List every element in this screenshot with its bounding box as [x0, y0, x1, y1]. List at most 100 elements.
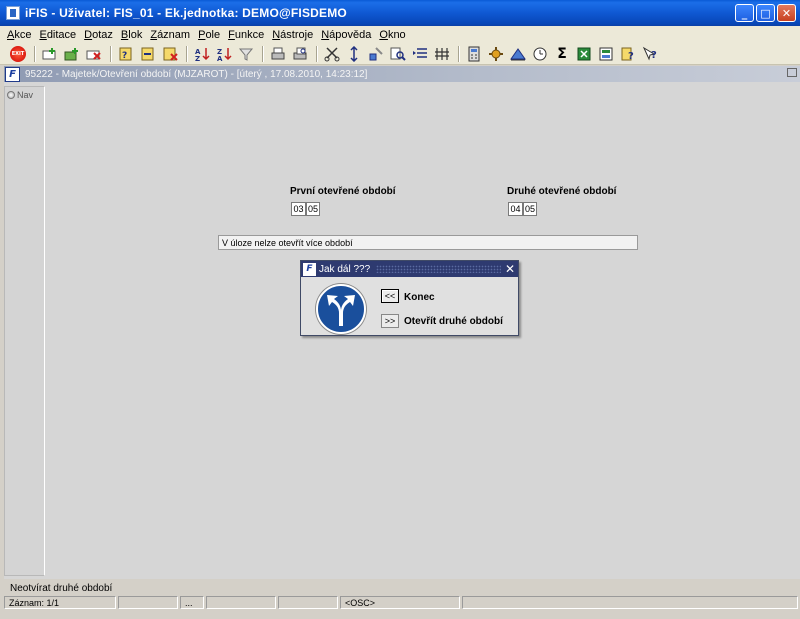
sort-ascending-button[interactable]: AZ	[192, 45, 212, 63]
menu-funkce[interactable]: Funkce	[224, 29, 268, 41]
dialog-title: Jak dál ???	[319, 263, 371, 275]
window-bottom-frame	[0, 610, 800, 619]
first-period-label: První otevřené období	[290, 186, 396, 197]
restore-icon[interactable]	[787, 68, 797, 77]
minimize-button[interactable]: _	[735, 4, 754, 22]
duplicate-record-button[interactable]	[62, 45, 82, 63]
status-cell	[278, 596, 338, 609]
exit-button[interactable]: EXIT	[8, 45, 28, 63]
export-excel-button[interactable]	[574, 45, 594, 63]
svg-text:?: ?	[628, 51, 634, 62]
move-icon	[350, 45, 358, 62]
print-button[interactable]	[268, 45, 288, 63]
second-period-field-b[interactable]: 05	[523, 202, 537, 216]
gear-icon	[489, 46, 503, 61]
nav-button[interactable]: Nav	[5, 87, 44, 103]
nav-panel: Nav	[4, 86, 45, 576]
menu-zaznam[interactable]: Záznam	[146, 29, 194, 41]
status-message: Neotvírat druhé období	[4, 580, 800, 596]
context-help-button[interactable]: ?	[618, 45, 638, 63]
second-period-field-a[interactable]: 04	[508, 202, 523, 216]
toolbar: EXIT ? AZ ZA Σ ? ?	[0, 43, 800, 65]
calculator-button[interactable]	[464, 45, 484, 63]
record-counter: Záznam: 1/1	[4, 596, 116, 609]
inner-window-title-bar: F 95222 - Majetek/Otevření období (MJZAR…	[4, 66, 800, 82]
clock-button[interactable]	[530, 45, 550, 63]
toolbar-separator	[186, 45, 188, 62]
svg-text:?: ?	[122, 51, 127, 61]
query-execute-button[interactable]	[138, 45, 158, 63]
menu-akce[interactable]: Akce	[3, 29, 35, 41]
menu-editace[interactable]: Editace	[35, 29, 80, 41]
status-cell	[462, 596, 798, 609]
title-grip	[376, 265, 501, 273]
columns-button[interactable]	[432, 45, 452, 63]
choice-dialog: F Jak dál ??? ✕ << Konec >> Otevřít druh…	[300, 260, 519, 336]
toolbar-separator	[316, 45, 318, 62]
help-button[interactable]: ?	[640, 45, 660, 63]
close-button[interactable]: ✕	[777, 4, 796, 22]
chart-button[interactable]	[508, 45, 528, 63]
settings-button[interactable]	[486, 45, 506, 63]
open-second-period-button[interactable]: >>	[381, 314, 399, 328]
menu-dotaz[interactable]: Dotaz	[80, 29, 117, 41]
insert-record-button[interactable]	[40, 45, 60, 63]
help-icon: ?	[642, 46, 657, 61]
print-preview-button[interactable]	[290, 45, 310, 63]
printer-icon	[271, 47, 285, 59]
list-button[interactable]	[410, 45, 430, 63]
search-icon	[390, 47, 406, 61]
toolbar-separator	[34, 45, 36, 62]
menu-pole[interactable]: Pole	[194, 29, 224, 41]
toolbar-separator	[262, 45, 264, 62]
search-button[interactable]	[388, 45, 408, 63]
first-period-field-a[interactable]: 03	[291, 202, 306, 216]
excel-icon	[577, 47, 591, 60]
menu-bar: Akce Editace Dotaz Blok Záznam Pole Funk…	[0, 26, 800, 43]
menu-okno[interactable]: Okno	[375, 29, 409, 41]
exit-icon: EXIT	[10, 45, 26, 62]
insert-record-icon	[42, 47, 56, 59]
cut-button[interactable]	[322, 45, 342, 63]
maximize-button[interactable]: □	[756, 4, 775, 22]
delete-record-icon	[86, 50, 101, 60]
query-enter-button[interactable]: ?	[116, 45, 136, 63]
open-second-period-label[interactable]: Otevřít druhé období	[404, 316, 503, 327]
sort-ascending-icon: AZ	[195, 47, 210, 62]
export-button[interactable]	[596, 45, 616, 63]
first-period-field-b[interactable]: 05	[306, 202, 320, 216]
window-title-bar: iFIS - Uživatel: FIS_01 - Ek.jednotka: D…	[0, 0, 800, 26]
query-enter-icon: ?	[119, 47, 132, 61]
info-message-field: V úloze nelze otevřít více období	[218, 235, 638, 250]
status-bar: Záznam: 1/1 ... <OSC>	[4, 596, 800, 610]
svg-text:A: A	[217, 55, 223, 62]
menu-nastroje[interactable]: Nástroje	[268, 29, 317, 41]
delete-record-button[interactable]	[84, 45, 104, 63]
inner-window-title: 95222 - Majetek/Otevření období (MJZAROT…	[25, 68, 368, 80]
toolbar-separator	[110, 45, 112, 62]
chart-icon	[510, 47, 526, 60]
sum-button[interactable]: Σ	[552, 45, 572, 63]
fis-logo-icon: F	[5, 66, 20, 82]
nav-radio-icon	[7, 91, 15, 99]
window-title: iFIS - Uživatel: FIS_01 - Ek.jednotka: D…	[25, 6, 347, 20]
query-cancel-button[interactable]	[160, 45, 180, 63]
end-label[interactable]: Konec	[404, 292, 435, 303]
end-button[interactable]: <<	[381, 289, 399, 303]
menu-blok[interactable]: Blok	[117, 29, 146, 41]
fis-logo-icon: F	[303, 262, 316, 276]
menu-napoveda[interactable]: Nápověda	[317, 29, 375, 41]
duplicate-record-icon	[64, 47, 78, 60]
dialog-close-button[interactable]: ✕	[505, 262, 515, 276]
app-icon	[6, 6, 20, 20]
sort-descending-button[interactable]: ZA	[214, 45, 234, 63]
svg-text:?: ?	[651, 50, 657, 61]
filter-button[interactable]	[236, 45, 256, 63]
tools-button[interactable]	[366, 45, 386, 63]
list-icon	[413, 47, 427, 58]
help-pointer-icon: ?	[621, 47, 634, 62]
status-cell	[206, 596, 276, 609]
sigma-icon: Σ	[557, 45, 567, 62]
move-button[interactable]	[344, 45, 364, 63]
svg-text:Z: Z	[195, 55, 200, 62]
